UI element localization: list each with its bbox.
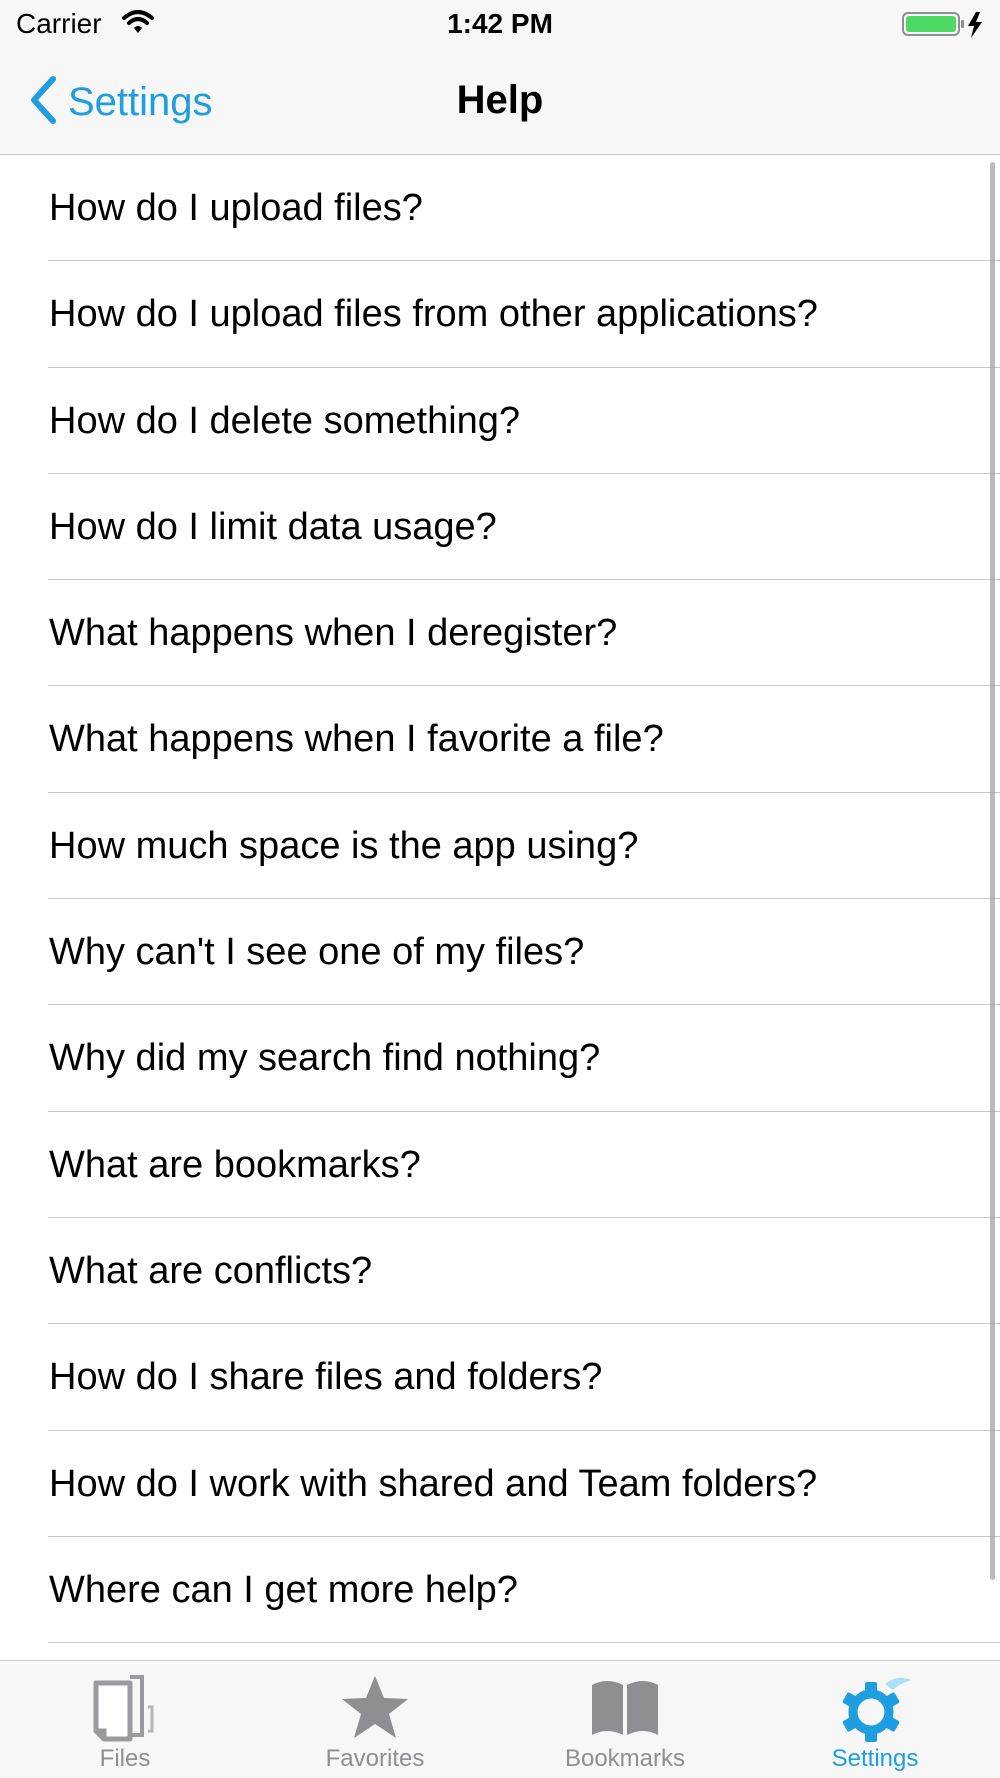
help-topic-conflicts[interactable]: What are conflicts?	[0, 1218, 1000, 1325]
list-item-label: Why can't I see one of my files?	[49, 931, 585, 974]
list-item-label: How much space is the app using?	[49, 824, 639, 867]
help-topic-list[interactable]: How do I upload files? How do I upload f…	[0, 155, 1000, 1660]
help-topic-share[interactable]: How do I share files and folders?	[0, 1324, 1000, 1431]
tab-favorites[interactable]: Favorites	[250, 1661, 500, 1778]
list-item-label: What are conflicts?	[49, 1249, 373, 1292]
tab-bookmarks[interactable]: Bookmarks	[500, 1661, 750, 1778]
list-item-label: What are bookmarks?	[49, 1143, 421, 1186]
tab-files[interactable]: Files	[0, 1661, 250, 1778]
help-topic-deregister[interactable]: What happens when I deregister?	[0, 580, 1000, 687]
list-item-label: How do I work with shared and Team folde…	[49, 1462, 818, 1505]
list-item-label: What happens when I favorite a file?	[49, 718, 664, 761]
navigation-bar: Settings Help	[0, 50, 1000, 155]
list-item-label: Where can I get more help?	[49, 1568, 518, 1611]
tab-settings[interactable]: Settings	[750, 1661, 1000, 1778]
help-topic-more-help[interactable]: Where can I get more help?	[0, 1537, 1000, 1644]
help-topic-bookmarks[interactable]: What are bookmarks?	[0, 1112, 1000, 1218]
help-topic-delete[interactable]: How do I delete something?	[0, 368, 1000, 474]
help-topic-space-usage[interactable]: How much space is the app using?	[0, 793, 1000, 900]
status-bar: Carrier 1:42 PM	[0, 0, 1000, 50]
status-time: 1:42 PM	[447, 8, 553, 39]
help-topic-missing-files[interactable]: Why can't I see one of my files?	[0, 899, 1000, 1006]
gear-icon	[750, 1671, 1000, 1745]
help-topic-upload-files[interactable]: How do I upload files?	[0, 155, 1000, 262]
scroll-indicator[interactable]	[990, 162, 995, 1580]
help-topic-upload-from-other-apps[interactable]: How do I upload files from other applica…	[0, 261, 1000, 368]
page-title: Help	[456, 78, 544, 122]
list-item-label: How do I upload files?	[49, 187, 423, 229]
tab-label: Files	[99, 1745, 151, 1772]
book-icon	[500, 1671, 750, 1745]
help-topic-limit-data[interactable]: How do I limit data usage?	[0, 474, 1000, 581]
tab-label: Favorites	[325, 1745, 425, 1772]
list-item-label: What happens when I deregister?	[49, 612, 618, 655]
tab-label: Bookmarks	[564, 1745, 686, 1772]
star-icon	[250, 1671, 500, 1745]
battery-charging-icon	[902, 10, 992, 45]
row-separator	[48, 1642, 1000, 1644]
tab-bar: Files Favorites Bookmarks Settings	[0, 1660, 1000, 1778]
list-item-label: How do I delete something?	[49, 399, 521, 442]
help-topic-search-nothing[interactable]: Why did my search find nothing?	[0, 1005, 1000, 1112]
list-item-label: How do I share files and folders?	[49, 1356, 603, 1399]
list-item-label: How do I limit data usage?	[49, 505, 497, 548]
list-item-label: Why did my search find nothing?	[49, 1037, 601, 1080]
list-item-label: How do I upload files from other applica…	[49, 293, 818, 336]
help-screen: Carrier 1:42 PM Settings Help How do I u…	[0, 0, 1000, 1778]
files-icon	[0, 1671, 250, 1745]
help-topic-team-folders[interactable]: How do I work with shared and Team folde…	[0, 1431, 1000, 1537]
help-topic-favorite-file[interactable]: What happens when I favorite a file?	[0, 686, 1000, 793]
tab-label: Settings	[831, 1745, 919, 1772]
